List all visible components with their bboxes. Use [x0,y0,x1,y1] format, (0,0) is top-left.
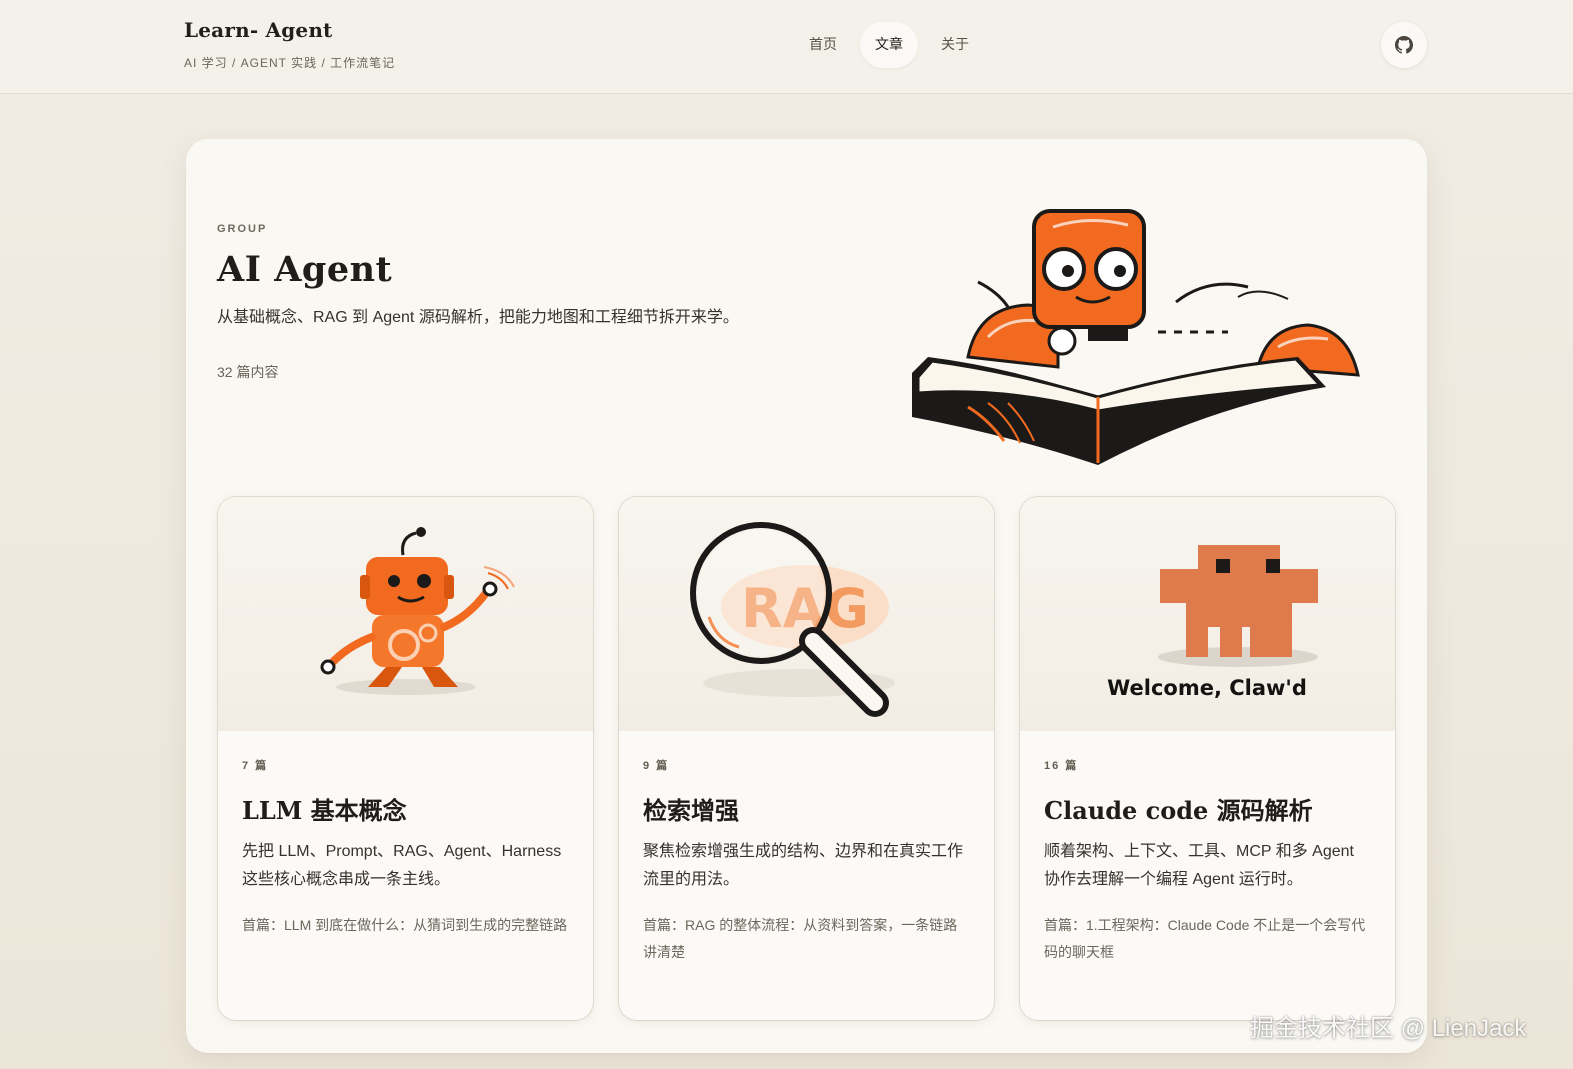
robot-reading-book-illustration [912,209,1360,465]
github-button[interactable] [1381,22,1427,68]
card-title[interactable]: LLM 基本概念 [242,791,569,826]
brand[interactable]: Learn- Agent AI 学习 / AGENT 实践 / 工作流笔记 [184,18,395,71]
card-description: 顺着架构、上下文、工具、MCP 和多 Agent 协作去理解一个编程 Agent… [1044,843,1354,888]
claude-welcome-text: Welcome, Claw'd [1107,676,1307,700]
group-count: 32 篇内容 [217,364,279,380]
card-description: 先把 LLM、Prompt、RAG、Agent、Harness 这些核心概念串成… [242,843,562,888]
group-eyebrow: GROUP [217,223,268,235]
card-first-article[interactable]: 首篇：LLM 到底在做什么：从猜词到生成的完整链路 [242,912,569,939]
waving-robot-icon [320,527,515,695]
magnifier-icon: RAG [690,522,895,717]
category-card-claude-code[interactable]: Welcome, Claw'd 16 篇 Claude code 源码解析 顺着… [1020,497,1395,1020]
nav-item-articles[interactable]: 文章 [860,22,918,68]
group-hero: GROUP AI Agent 从基础概念、RAG 到 Agent 源码解析，把能… [217,223,777,382]
card-image-magnifier: RAG [619,497,994,731]
watermark: 掘金技术社区 @ LienJack [1250,1015,1527,1042]
card-description: 聚焦检索增强生成的结构、边界和在真实工作流里的用法。 [643,843,964,888]
top-navigation-bar: Learn- Agent AI 学习 / AGENT 实践 / 工作流笔记 首页… [0,0,1573,94]
card-count: 16 篇 [1044,760,1079,772]
card-count: 7 篇 [242,760,269,772]
category-card-list: 7 篇 LLM 基本概念 先把 LLM、Prompt、RAG、Agent、Har… [218,497,1395,1020]
card-first-article[interactable]: 首篇：1.工程架构：Claude Code 不止是一个会写代码的聊天框 [1044,912,1371,966]
group-title: AI Agent [217,249,393,290]
nav-item-about[interactable]: 关于 [926,22,984,68]
card-image-waving-robot [218,497,593,731]
card-first-article[interactable]: 首篇：RAG 的整体流程：从资料到答案，一条链路讲清楚 [643,912,970,966]
brand-subtitle: AI 学习 / AGENT 实践 / 工作流笔记 [184,56,396,70]
brand-title[interactable]: Learn- Agent [184,18,395,42]
card-count: 9 篇 [643,760,670,772]
card-title[interactable]: 检索增强 [643,791,970,826]
nav-item-home[interactable]: 首页 [794,22,852,68]
category-card-rag[interactable]: RAG 9 篇 检索增强 聚焦检索增强生成的结构、边界和在真实工作流里的用法。 … [619,497,994,1020]
card-image-pixel-mascot: Welcome, Claw'd [1020,497,1395,731]
github-icon [1395,36,1413,54]
main-nav: 首页 文章 关于 [794,22,984,68]
category-card-llm[interactable]: 7 篇 LLM 基本概念 先把 LLM、Prompt、RAG、Agent、Har… [218,497,593,1020]
group-description: 从基础概念、RAG 到 Agent 源码解析，把能力地图和工程细节拆开来学。 [217,309,739,326]
card-title[interactable]: Claude code 源码解析 [1044,791,1371,826]
group-panel: GROUP AI Agent 从基础概念、RAG 到 Agent 源码解析，把能… [186,139,1427,1053]
pixel-mascot-icon: Welcome, Claw'd [1107,545,1318,700]
